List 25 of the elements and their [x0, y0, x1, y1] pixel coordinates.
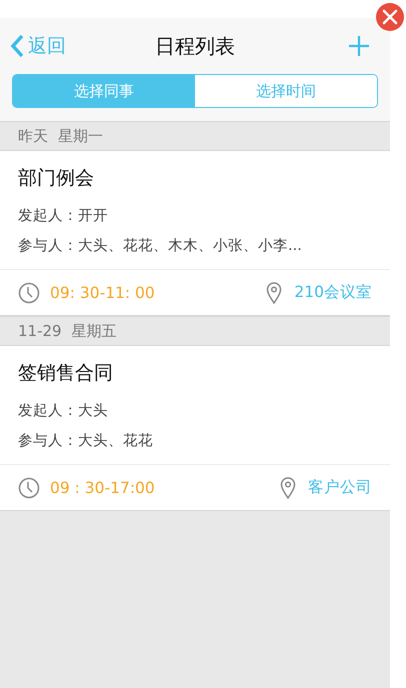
- clock-icon: [18, 282, 40, 304]
- tab[interactable]: 选择时间: [195, 75, 377, 107]
- participants-text: 参与人：大头、花花、木木、小张、小李...: [18, 237, 303, 256]
- tab[interactable]: 选择同事: [13, 75, 195, 107]
- location-pin-icon: [280, 476, 296, 498]
- day-weekday: 星期一: [58, 126, 103, 146]
- organizer-text: 发起人：大头: [18, 402, 109, 421]
- event-title: 签销售合同: [18, 361, 114, 386]
- add-icon[interactable]: [348, 35, 370, 57]
- event-time: 09: 30-11: 00: [50, 284, 155, 302]
- day-date: 昨天: [18, 126, 48, 146]
- back-chevron-icon: [10, 34, 24, 58]
- event-location[interactable]: 客户公司: [308, 477, 372, 498]
- event-title: 部门例会: [18, 166, 95, 191]
- clock-icon: [18, 476, 40, 498]
- location-pin-icon: [266, 282, 282, 304]
- day-weekday: 星期五: [72, 322, 117, 340]
- organizer-text: 发起人：开开: [18, 207, 109, 226]
- day-date: 11-29: [18, 322, 62, 340]
- close-icon[interactable]: [376, 3, 404, 31]
- event-location[interactable]: 210会议室: [294, 282, 372, 303]
- back-button[interactable]: 返回: [10, 33, 66, 59]
- event-time: 09 : 30-17:00: [50, 478, 155, 496]
- participants-text: 参与人：大头、花花: [18, 432, 154, 451]
- page-title: 日程列表: [155, 34, 235, 58]
